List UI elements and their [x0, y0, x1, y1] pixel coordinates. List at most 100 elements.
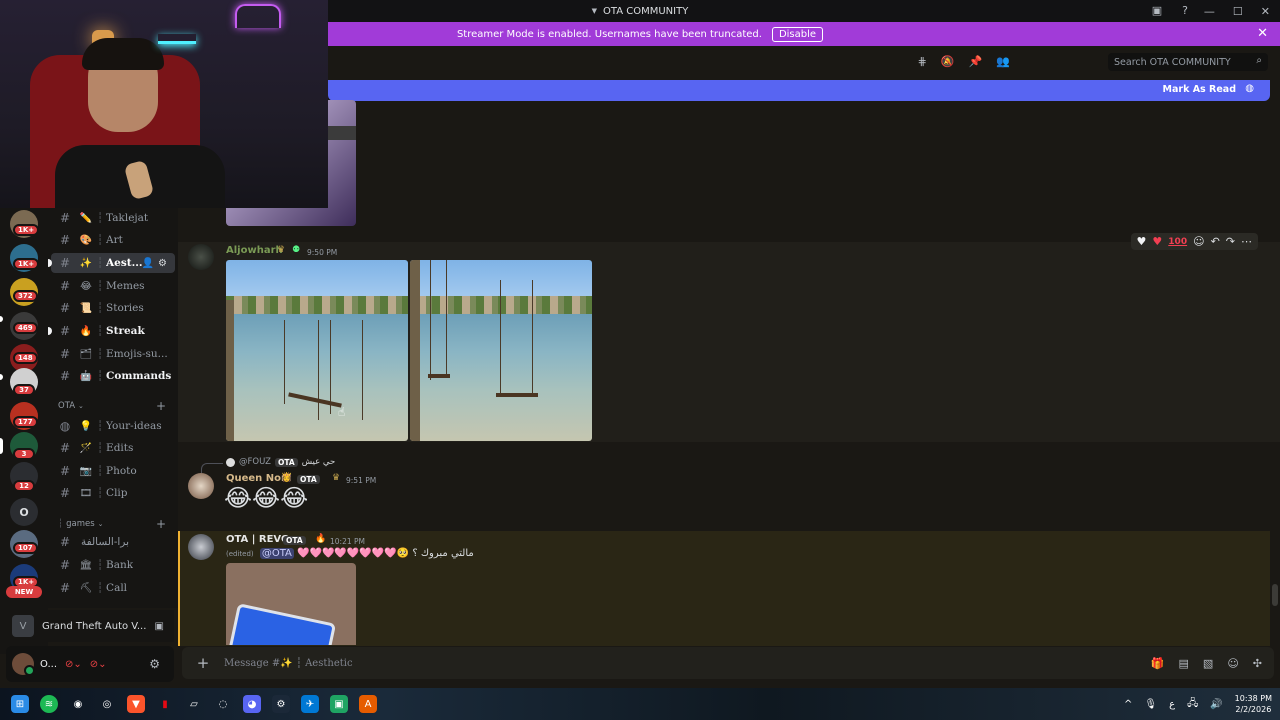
- red-heart-reaction-icon[interactable]: ♥: [1152, 235, 1162, 248]
- language-indicator[interactable]: ع: [1169, 699, 1175, 710]
- forum-icon: ◍: [59, 419, 71, 433]
- beach-swing-photo[interactable]: [410, 260, 592, 441]
- mic-icon[interactable]: 🎙: [1144, 699, 1157, 710]
- reply-icon[interactable]: ↶: [1211, 235, 1220, 248]
- new-messages-bar[interactable]: Mark As Read ◍: [328, 80, 1270, 101]
- channel-label: Your-ideas: [106, 420, 162, 432]
- deafen-muted-icon[interactable]: ⊘⌄: [90, 659, 107, 670]
- invite-icon[interactable]: 👤: [142, 258, 154, 269]
- pin-icon[interactable]: 📌: [969, 55, 983, 68]
- network-icon[interactable]: 🖧: [1187, 696, 1198, 713]
- app-icon[interactable]: ◎: [98, 695, 116, 713]
- close-banner-icon[interactable]: ✕: [1257, 26, 1268, 41]
- help-icon[interactable]: ?: [1178, 3, 1192, 17]
- gif-icon[interactable]: ▤: [1179, 657, 1189, 670]
- message-composer[interactable]: + Message #✨ ┆ Aesthetic 🎁 ▤ ▧ ☺ ✣: [182, 647, 1274, 679]
- hundred-reaction-icon[interactable]: 100: [1168, 237, 1187, 247]
- brave-icon[interactable]: ▼: [127, 695, 145, 713]
- category-games[interactable]: ┆ games ⌄ +: [58, 517, 174, 531]
- minimize-button[interactable]: —: [1204, 5, 1215, 18]
- discord-icon[interactable]: ◕: [243, 695, 261, 713]
- channel-your-ideas[interactable]: ◍ 💡 ┆ Your-ideas: [48, 416, 178, 436]
- role-mention[interactable]: @OTA: [259, 548, 294, 559]
- app-icon[interactable]: ▣: [330, 695, 348, 713]
- white-heart-reaction-icon[interactable]: ♥: [1137, 235, 1147, 248]
- reply-reference[interactable]: @FOUZ OTA حي عيش: [226, 457, 335, 467]
- channel-bara-alsalfa[interactable]: # برا-السالفة: [48, 532, 178, 552]
- avatar[interactable]: [12, 653, 35, 676]
- category-ota[interactable]: OTA ⌄ +: [58, 399, 174, 413]
- tray-overflow-icon[interactable]: ^: [1124, 699, 1132, 710]
- search-placeholder: Search OTA COMMUNITY: [1114, 56, 1231, 68]
- hash-icon: #: [59, 581, 71, 595]
- message-author[interactable]: Aljowharh: [226, 245, 283, 256]
- game-activity[interactable]: V Grand Theft Auto V... ▣: [6, 610, 174, 642]
- chat-scrollbar[interactable]: [1272, 584, 1278, 606]
- message-author[interactable]: OTA | REVO: [226, 534, 290, 545]
- message-input[interactable]: Message #✨ ┆ Aesthetic: [224, 658, 353, 669]
- app-icon[interactable]: A: [359, 695, 377, 713]
- channel-commands[interactable]: # 🤖 ┆ Commands: [48, 366, 178, 386]
- add-channel-icon[interactable]: +: [156, 517, 166, 531]
- sticker-icon[interactable]: ▧: [1203, 657, 1213, 670]
- channel-label: Photo: [106, 465, 137, 477]
- channel-memes[interactable]: # 😂 ┆ Memes: [48, 276, 178, 296]
- steam-icon[interactable]: ⚙: [272, 695, 290, 713]
- channel-clip[interactable]: # 🎞 ┆ Clip: [48, 483, 178, 503]
- channel-aesthetic[interactable]: # ✨ ┆ Aest... 👤 ⚙: [48, 253, 175, 273]
- attachment-image[interactable]: [226, 563, 356, 645]
- channel-call[interactable]: # ⛏ ┆ Call: [48, 578, 178, 598]
- close-button[interactable]: ✕: [1261, 5, 1270, 18]
- more-options-icon[interactable]: ⋯: [1241, 235, 1252, 248]
- spotify-icon[interactable]: ≋: [40, 695, 58, 713]
- channel-emojis-suggestions[interactable]: # 🗂 ┆ Emojis-su...: [48, 344, 178, 364]
- reply-connector: [201, 463, 223, 473]
- app-icon[interactable]: ✈: [301, 695, 319, 713]
- apps-icon[interactable]: ✣: [1253, 657, 1262, 670]
- avatar[interactable]: [188, 244, 214, 270]
- system-tray: ^ 🎙 ع 🖧 🔊 10:38 PM 2/2/2026: [1124, 688, 1272, 720]
- channel-label: Call: [106, 582, 128, 594]
- channel-taklejat[interactable]: # ✏️ ┆ Taklejat: [48, 208, 178, 228]
- mark-read-icon: ◍: [1245, 83, 1254, 94]
- screen-share-icon[interactable]: ▣: [155, 621, 164, 632]
- maximize-button[interactable]: ☐: [1233, 5, 1243, 18]
- volume-icon[interactable]: 🔊: [1210, 699, 1222, 710]
- channel-edits[interactable]: # 🪄 ┆ Edits: [48, 438, 178, 458]
- disable-streamer-button[interactable]: Disable: [771, 26, 824, 42]
- channel-label: Commands: [106, 370, 172, 382]
- emoji-picker-icon[interactable]: ☺: [1227, 657, 1238, 670]
- channel-bank[interactable]: # 🏛 ┆ Bank: [48, 555, 178, 575]
- username[interactable]: O...: [40, 659, 57, 670]
- member-list-icon[interactable]: 👥: [996, 55, 1010, 68]
- mic-muted-icon[interactable]: ⊘⌄: [65, 659, 82, 670]
- app-icon[interactable]: ◌: [214, 695, 232, 713]
- forward-icon[interactable]: ↷: [1226, 235, 1235, 248]
- beach-swing-photo[interactable]: [226, 260, 408, 441]
- netflix-icon[interactable]: ▮: [156, 695, 174, 713]
- avatar[interactable]: [188, 473, 214, 499]
- channel-art[interactable]: # 🎨 ┆ Art: [48, 230, 178, 250]
- avatar[interactable]: [188, 534, 214, 560]
- channel-stories[interactable]: # 📜 ┆ Stories: [48, 298, 178, 318]
- app-icon[interactable]: ▱: [185, 695, 203, 713]
- server-letter[interactable]: O: [10, 498, 38, 526]
- mark-as-read-button[interactable]: Mark As Read: [1163, 84, 1236, 95]
- add-channel-icon[interactable]: +: [156, 399, 166, 413]
- start-windows-icon[interactable]: ⊞: [11, 695, 29, 713]
- taskbar-clock[interactable]: 10:38 PM 2/2/2026: [1235, 693, 1272, 715]
- message-emojis: 😂😂😂: [224, 484, 309, 512]
- inbox-icon[interactable]: ▣: [1150, 3, 1164, 17]
- threads-icon[interactable]: ⋕: [918, 55, 927, 68]
- settings-gear-icon[interactable]: ⚙: [158, 258, 167, 269]
- hash-icon: #: [59, 211, 71, 225]
- add-attachment-icon[interactable]: +: [194, 654, 212, 672]
- gift-icon[interactable]: 🎁: [1151, 657, 1165, 670]
- search-input[interactable]: Search OTA COMMUNITY ⌕: [1108, 53, 1268, 71]
- channel-streak[interactable]: # 🔥 ┆ Streak: [48, 321, 178, 341]
- notification-mute-icon[interactable]: 🔕: [941, 55, 955, 68]
- obs-icon[interactable]: ◉: [69, 695, 87, 713]
- add-reaction-icon[interactable]: ☺: [1193, 235, 1204, 248]
- user-settings-gear-icon[interactable]: ⚙: [149, 657, 160, 671]
- channel-photo[interactable]: # 📷 ┆ Photo: [48, 461, 178, 481]
